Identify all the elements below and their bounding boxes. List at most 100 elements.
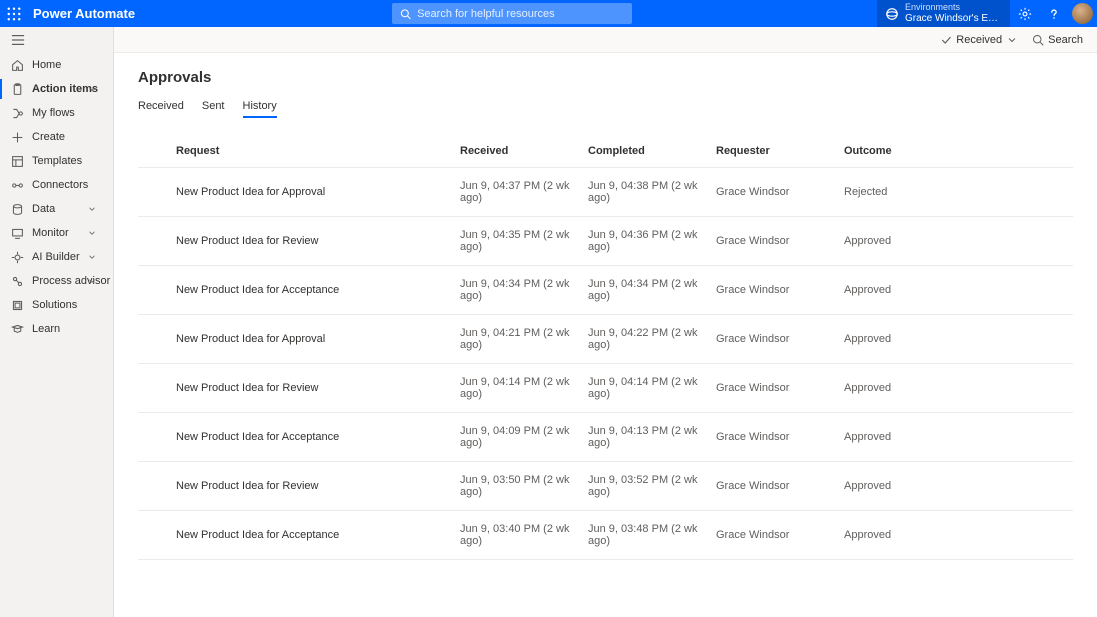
cell-received: Jun 9, 04:14 PM (2 wk ago) xyxy=(456,364,584,413)
sidebar-toggle[interactable] xyxy=(0,27,113,53)
sidebar-item-ai-builder[interactable]: AI Builder xyxy=(0,245,113,269)
help-button[interactable] xyxy=(1039,0,1068,27)
column-request[interactable]: Request xyxy=(172,137,456,168)
cell-completed: Jun 9, 04:14 PM (2 wk ago) xyxy=(584,364,712,413)
data-icon xyxy=(11,203,24,216)
user-avatar[interactable] xyxy=(1072,3,1093,24)
cell-requester: Grace Windsor xyxy=(712,413,840,462)
global-search[interactable] xyxy=(392,3,632,24)
check-icon xyxy=(940,34,952,46)
cell-outcome: Approved xyxy=(840,217,1073,266)
learn-icon xyxy=(11,323,24,336)
sidebar-item-home[interactable]: Home xyxy=(0,53,113,77)
environment-icon xyxy=(885,7,899,21)
cell-request: New Product Idea for Acceptance xyxy=(172,413,456,462)
clipboard-icon xyxy=(11,83,24,96)
cell-outcome: Approved xyxy=(840,413,1073,462)
cell-outcome: Approved xyxy=(840,266,1073,315)
table-row[interactable]: New Product Idea for Acceptance Jun 9, 04… xyxy=(138,266,1073,315)
cell-requester: Grace Windsor xyxy=(712,266,840,315)
cell-completed: Jun 9, 04:38 PM (2 wk ago) xyxy=(584,168,712,217)
sidebar-item-templates[interactable]: Templates xyxy=(0,149,113,173)
global-search-input[interactable] xyxy=(417,8,624,20)
environment-label: Environments xyxy=(905,3,1002,13)
filter-label: Received xyxy=(956,34,1002,46)
home-icon xyxy=(11,59,24,72)
sidebar-item-label: Learn xyxy=(32,323,60,335)
tab-sent[interactable]: Sent xyxy=(202,96,225,118)
cell-request: New Product Idea for Acceptance xyxy=(172,511,456,560)
search-icon xyxy=(400,8,411,20)
environment-picker[interactable]: Environments Grace Windsor's Enviro... xyxy=(877,0,1010,27)
hamburger-icon xyxy=(11,33,25,47)
sidebar-item-label: Monitor xyxy=(32,227,69,239)
table-row[interactable]: New Product Idea for ReviewJun 9, 04:14 … xyxy=(138,364,1073,413)
tab-history[interactable]: History xyxy=(243,96,277,118)
cell-received: Jun 9, 04:21 PM (2 wk ago) xyxy=(456,315,584,364)
sidebar-item-process-advisor[interactable]: Process advisor xyxy=(0,269,113,293)
cell-received: Jun 9, 04:37 PM (2 wk ago) xyxy=(456,168,584,217)
sidebar-item-monitor[interactable]: Monitor xyxy=(0,221,113,245)
cell-completed: Jun 9, 04:34 PM (2 wk ago) xyxy=(584,266,712,315)
cell-requester: Grace Windsor xyxy=(712,168,840,217)
process-icon xyxy=(11,275,24,288)
column-select xyxy=(138,137,172,168)
search-command[interactable]: Search xyxy=(1032,34,1083,46)
waffle-icon xyxy=(7,7,21,21)
sidebar-item-label: My flows xyxy=(32,107,75,119)
sidebar-item-learn[interactable]: Learn xyxy=(0,317,113,341)
column-outcome[interactable]: Outcome xyxy=(840,137,1073,168)
chevron-down-icon xyxy=(87,84,97,94)
cell-completed: Jun 9, 04:13 PM (2 wk ago) xyxy=(584,413,712,462)
sidebar-item-label: Solutions xyxy=(32,299,77,311)
sidebar-item-action-items[interactable]: Action items xyxy=(0,77,113,101)
cell-outcome: Rejected xyxy=(840,168,1073,217)
sidebar-item-label: Templates xyxy=(32,155,82,167)
filter-dropdown[interactable]: Received xyxy=(940,34,1018,46)
column-received[interactable]: Received xyxy=(456,137,584,168)
cell-outcome: Approved xyxy=(840,315,1073,364)
app-title: Power Automate xyxy=(33,6,135,21)
column-completed[interactable]: Completed xyxy=(584,137,712,168)
page-title: Approvals xyxy=(138,69,1073,86)
sidebar-item-label: Create xyxy=(32,131,65,143)
cell-received: Jun 9, 03:40 PM (2 wk ago) xyxy=(456,511,584,560)
table-row[interactable]: New Product Idea for ReviewJun 9, 03:50 … xyxy=(138,462,1073,511)
tab-strip: Received Sent History xyxy=(138,96,1073,119)
sidebar-item-my-flows[interactable]: My flows xyxy=(0,101,113,125)
flow-icon xyxy=(11,107,24,120)
tab-received[interactable]: Received xyxy=(138,96,184,118)
sidebar-item-solutions[interactable]: Solutions xyxy=(0,293,113,317)
monitor-icon xyxy=(11,227,24,240)
cell-completed: Jun 9, 03:48 PM (2 wk ago) xyxy=(584,511,712,560)
table-row[interactable]: New Product Idea for ApprovalJun 9, 04:2… xyxy=(138,315,1073,364)
sidebar-item-data[interactable]: Data xyxy=(0,197,113,221)
approvals-table: Request Received Completed Requester Out… xyxy=(138,137,1073,560)
cell-request: New Product Idea for Approval xyxy=(172,168,456,217)
settings-button[interactable] xyxy=(1010,0,1039,27)
table-row[interactable]: New Product Idea for ApprovalJun 9, 04:3… xyxy=(138,168,1073,217)
cell-request: New Product Idea for Acceptance xyxy=(172,266,456,315)
cell-outcome: Approved xyxy=(840,462,1073,511)
cell-requester: Grace Windsor xyxy=(712,511,840,560)
table-row[interactable]: New Product Idea for Acceptance Jun 9, 04… xyxy=(138,413,1073,462)
cell-outcome: Approved xyxy=(840,364,1073,413)
cell-request: New Product Idea for Review xyxy=(172,364,456,413)
sidebar-item-create[interactable]: Create xyxy=(0,125,113,149)
sidebar-item-label: Home xyxy=(32,59,61,71)
cell-requester: Grace Windsor xyxy=(712,315,840,364)
chevron-down-icon xyxy=(87,228,97,238)
cell-request: New Product Idea for Review xyxy=(172,462,456,511)
table-row[interactable]: New Product Idea for AcceptanceJun 9, 03… xyxy=(138,511,1073,560)
main-content: Approvals Received Sent History Request Re… xyxy=(114,53,1097,617)
app-launcher-button[interactable] xyxy=(0,0,27,27)
help-icon xyxy=(1047,7,1061,21)
chevron-down-icon xyxy=(87,252,97,262)
sidebar-item-connectors[interactable]: Connectors xyxy=(0,173,113,197)
template-icon xyxy=(11,155,24,168)
table-row[interactable]: New Product Idea for ReviewJun 9, 04:35 … xyxy=(138,217,1073,266)
environment-name: Grace Windsor's Enviro... xyxy=(905,13,1002,24)
column-requester[interactable]: Requester xyxy=(712,137,840,168)
cell-requester: Grace Windsor xyxy=(712,364,840,413)
search-icon xyxy=(1032,34,1044,46)
